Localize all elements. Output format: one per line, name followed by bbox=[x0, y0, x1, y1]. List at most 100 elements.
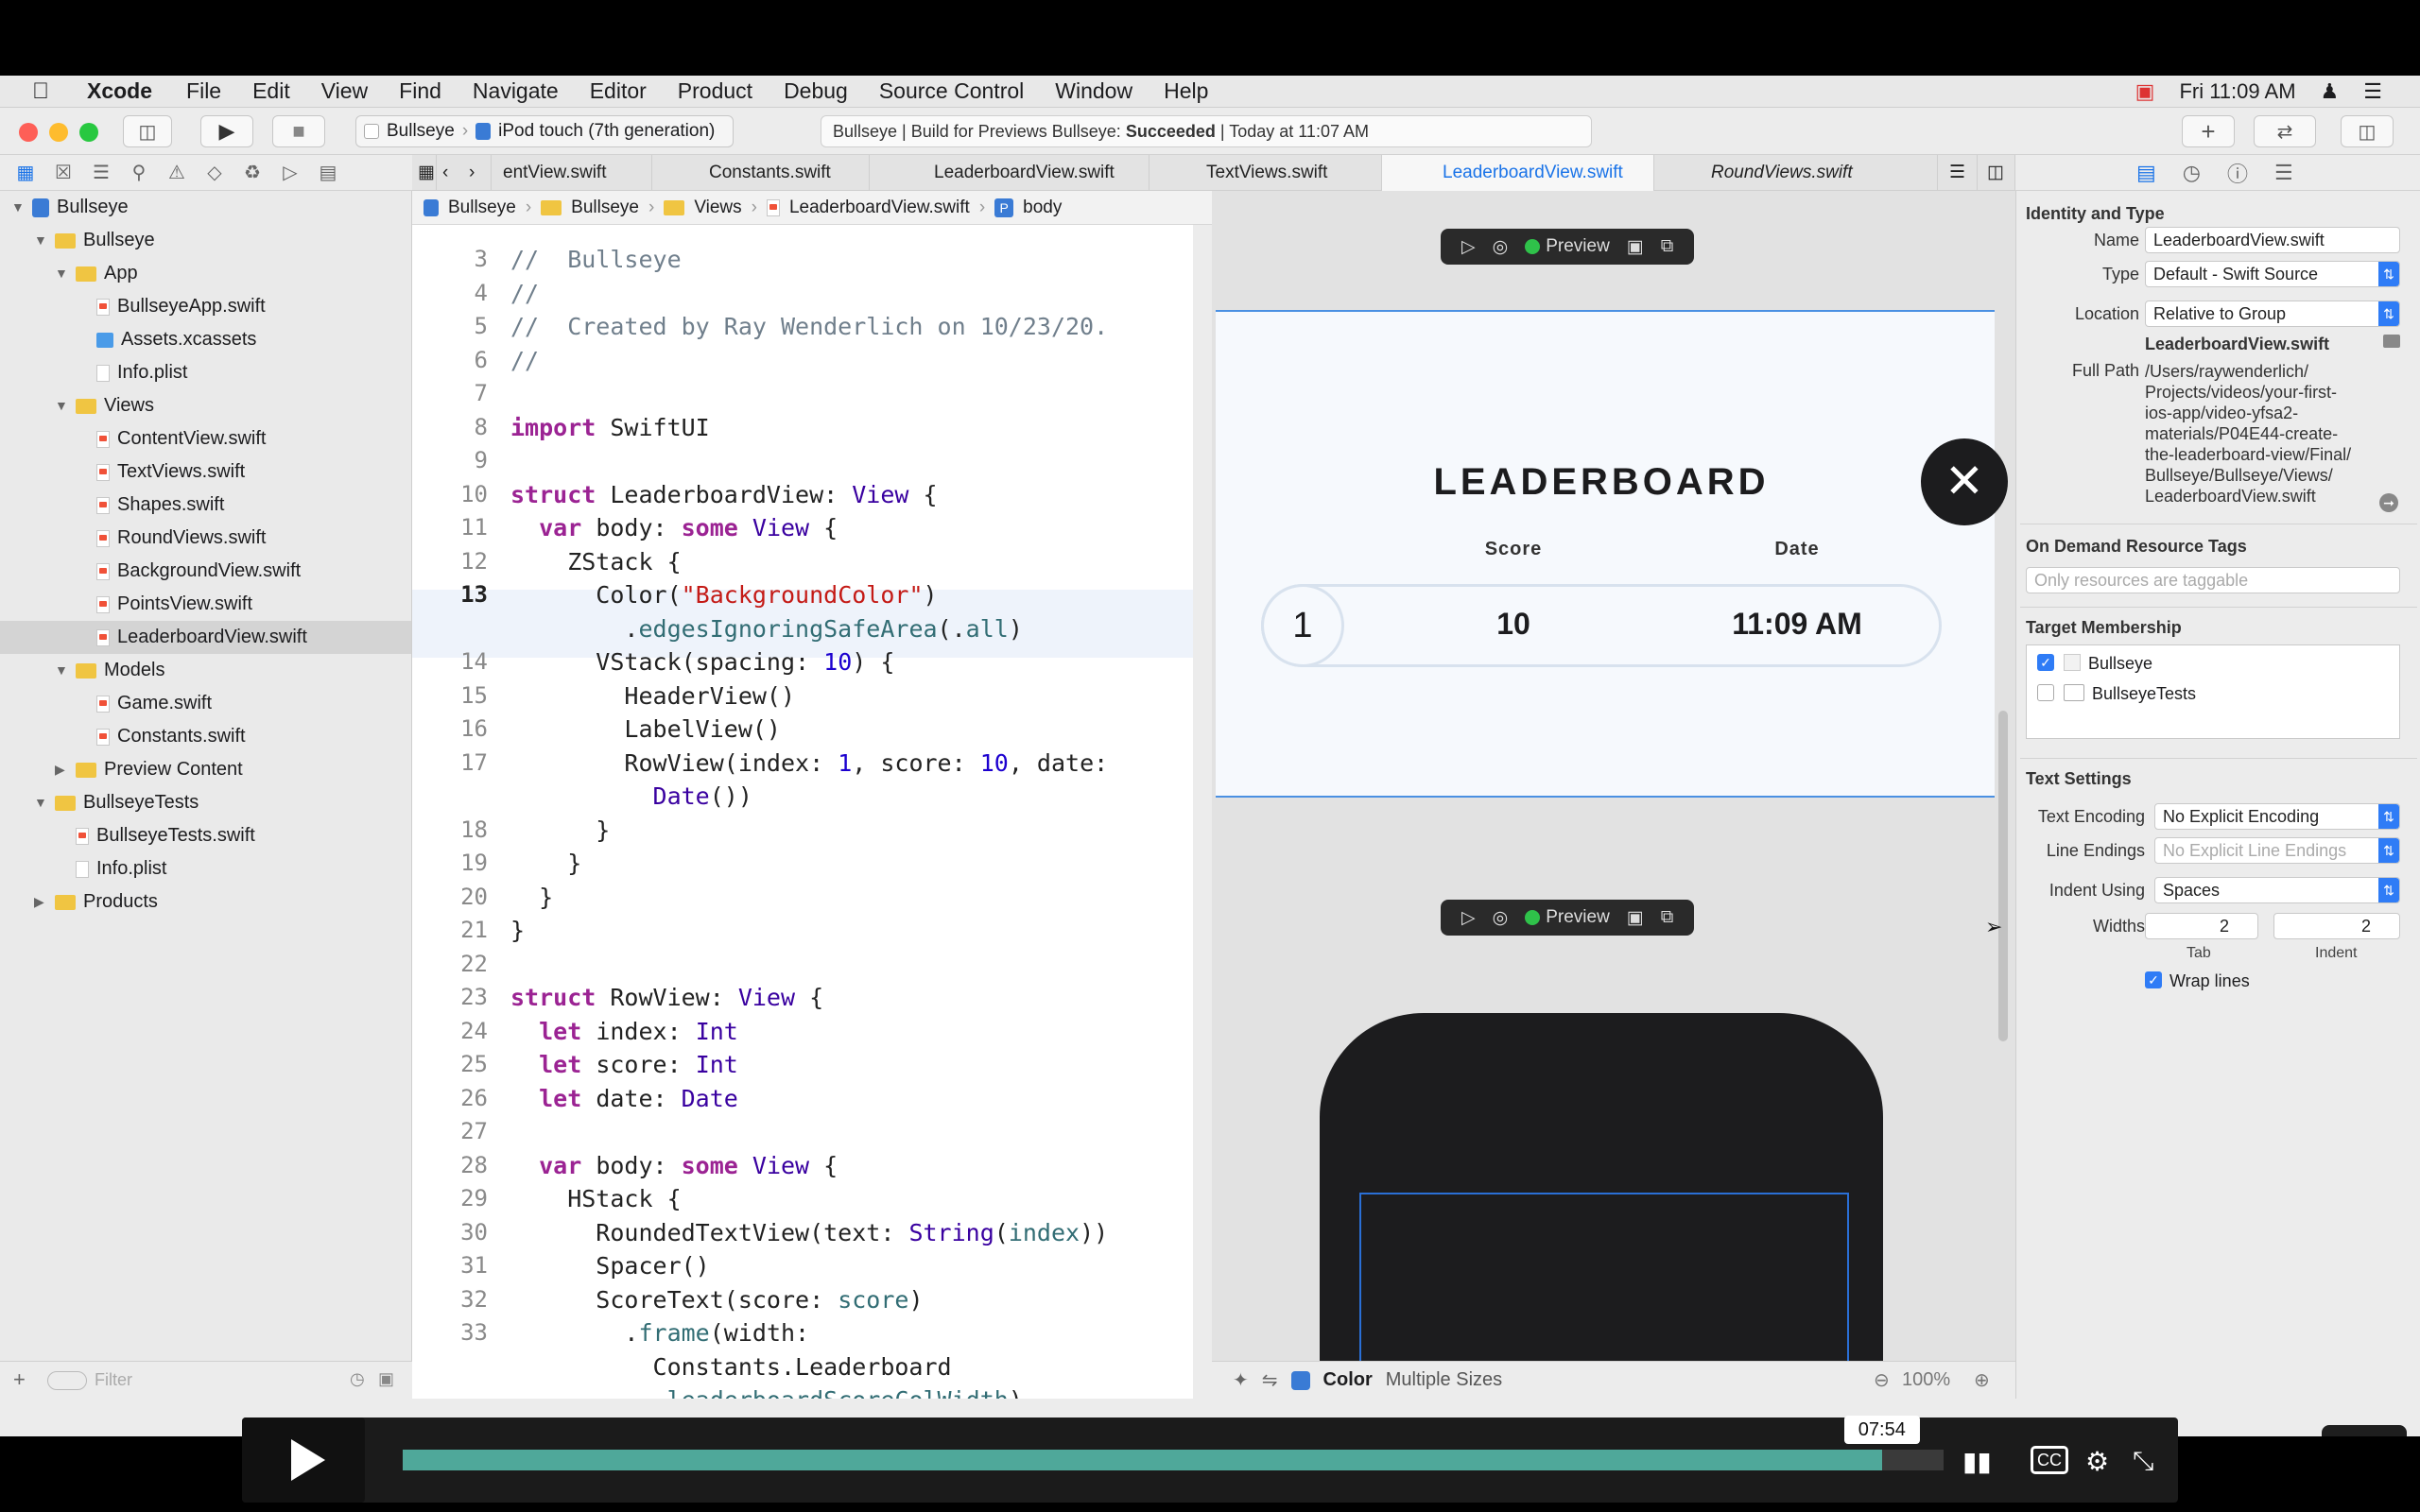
target-bullseye-checkbox[interactable]: ✓ bbox=[2037, 654, 2054, 671]
debug-navigator-icon[interactable]: ♻ bbox=[242, 161, 263, 184]
filter-input[interactable]: Filter bbox=[95, 1370, 132, 1390]
zoom-in-icon[interactable]: ⊕ bbox=[1974, 1368, 1990, 1392]
tab-constants[interactable]: Constants.swift bbox=[652, 155, 870, 191]
tab-width-stepper[interactable]: 2 bbox=[2145, 913, 2258, 939]
duplicate-preview-icon[interactable]: ⧉ bbox=[1661, 236, 1674, 257]
video-progress-track[interactable]: 07:54 bbox=[403, 1416, 1944, 1470]
odr-tags-field[interactable]: Only resources are taggable bbox=[2026, 567, 2400, 593]
nav-item-file[interactable]: RoundViews.swift bbox=[96, 522, 266, 555]
editor-options-icon[interactable]: ▦ bbox=[412, 155, 437, 191]
location-select[interactable]: Relative to Group bbox=[2145, 301, 2400, 327]
disclosure-open-icon[interactable]: ▼ bbox=[55, 257, 68, 290]
nav-item-group[interactable]: ▶ Preview Content bbox=[55, 753, 243, 786]
menu-help[interactable]: Help bbox=[1164, 78, 1208, 104]
canvas-scrollbar[interactable] bbox=[1998, 711, 2008, 1041]
help-inspector-icon[interactable]: ⓘ bbox=[2227, 158, 2248, 188]
nav-item-file[interactable]: Game.swift bbox=[96, 687, 212, 720]
live-preview-icon[interactable]: ▷ bbox=[1461, 907, 1476, 929]
menu-source-control[interactable]: Source Control bbox=[879, 78, 1024, 104]
disclosure-open-icon[interactable]: ▼ bbox=[11, 191, 25, 224]
menu-navigate[interactable]: Navigate bbox=[473, 78, 559, 104]
code-review-button[interactable]: ⇄ bbox=[2254, 115, 2316, 147]
attributes-inspector-icon[interactable]: ☰ bbox=[2274, 161, 2293, 185]
adjust-icon[interactable]: ⇋ bbox=[1262, 1368, 1278, 1392]
play-button[interactable] bbox=[242, 1418, 365, 1503]
nav-item-file[interactable]: Assets.xcassets bbox=[96, 323, 256, 356]
nav-item-file[interactable]: BullseyeTests.swift bbox=[76, 819, 255, 852]
disclosure-open-icon[interactable]: ▼ bbox=[34, 224, 47, 257]
jump-bar-file[interactable]: LeaderboardView.swift bbox=[789, 198, 970, 218]
source-control-filter-icon[interactable]: ▣ bbox=[378, 1369, 394, 1389]
nav-item-project[interactable]: ▼ Bullseye bbox=[11, 191, 129, 224]
symbol-navigator-icon[interactable]: ☰ bbox=[91, 161, 112, 184]
app-menu[interactable]: Xcode bbox=[87, 78, 152, 104]
user-icon[interactable]: ♟ bbox=[2321, 79, 2340, 104]
inspector-toggle-button[interactable]: ◫ bbox=[2341, 115, 2394, 147]
jump-bar-symbol[interactable]: body bbox=[1023, 198, 1062, 218]
jump-bar-group[interactable]: Bullseye bbox=[571, 198, 639, 218]
notification-center-icon[interactable]: ☰ bbox=[2363, 79, 2382, 104]
close-window-button[interactable] bbox=[19, 123, 38, 142]
jump-bar-folder[interactable]: Views bbox=[694, 198, 741, 218]
run-button[interactable]: ▶ bbox=[200, 115, 253, 147]
nav-item-file[interactable]: TextViews.swift bbox=[96, 455, 245, 489]
menu-file[interactable]: File bbox=[186, 78, 221, 104]
menu-debug[interactable]: Debug bbox=[784, 78, 848, 104]
line-endings-select[interactable]: No Explicit Line Endings bbox=[2154, 837, 2400, 864]
menu-find[interactable]: Find bbox=[399, 78, 441, 104]
back-arrow-icon[interactable]: ‹ bbox=[437, 155, 463, 191]
closed-captions-icon[interactable]: CC bbox=[2031, 1446, 2068, 1474]
report-navigator-icon[interactable]: ▤ bbox=[318, 161, 338, 184]
disclosure-open-icon[interactable]: ▼ bbox=[55, 389, 68, 422]
reveal-arrow-icon[interactable]: ➞ bbox=[2379, 493, 2398, 512]
add-file-icon[interactable]: + bbox=[13, 1367, 26, 1392]
disclosure-closed-icon[interactable]: ▶ bbox=[34, 885, 47, 919]
nav-item-file[interactable]: Info.plist bbox=[76, 852, 166, 885]
settings-gear-icon[interactable]: ⚙ bbox=[2085, 1446, 2109, 1477]
menu-window[interactable]: Window bbox=[1055, 78, 1132, 104]
nav-item-group[interactable]: ▼ App bbox=[55, 257, 138, 290]
volume-icon[interactable]: ▮▮ bbox=[1962, 1446, 1992, 1477]
fullscreen-icon[interactable]: ⤡ bbox=[2133, 1446, 2153, 1477]
disclosure-open-icon[interactable]: ▼ bbox=[55, 654, 68, 687]
find-navigator-icon[interactable]: ⚲ bbox=[129, 161, 149, 184]
folder-reveal-icon[interactable] bbox=[2383, 335, 2400, 348]
disclosure-closed-icon[interactable]: ▶ bbox=[55, 753, 68, 786]
pin-icon[interactable]: ✦ bbox=[1233, 1368, 1249, 1392]
nav-item-file[interactable]: PointsView.swift bbox=[96, 588, 252, 621]
device-preview-icon[interactable]: ▣ bbox=[1627, 907, 1644, 929]
duplicate-preview-icon[interactable]: ⧉ bbox=[1661, 907, 1674, 928]
inspect-preview-icon[interactable]: ◎ bbox=[1493, 236, 1509, 258]
editor-layout-icon[interactable]: ☰ bbox=[1938, 155, 1978, 191]
tab-leaderboard-view[interactable]: LeaderboardView.swift bbox=[870, 155, 1150, 191]
issue-navigator-icon[interactable]: ⚠ bbox=[166, 161, 187, 184]
nav-item-file[interactable]: Constants.swift bbox=[96, 720, 246, 753]
scheme-selector[interactable]: Bullseye › iPod touch (7th generation) bbox=[355, 115, 734, 147]
text-encoding-select[interactable]: No Explicit Encoding bbox=[2154, 803, 2400, 830]
calendar-icon[interactable]: ▣ bbox=[2135, 79, 2155, 104]
disclosure-open-icon[interactable]: ▼ bbox=[34, 786, 47, 819]
forward-arrow-icon[interactable]: › bbox=[463, 155, 492, 191]
nav-item-file[interactable]: BackgroundView.swift bbox=[96, 555, 301, 588]
recent-files-icon[interactable]: ◷ bbox=[350, 1369, 365, 1389]
nav-item-file[interactable]: Info.plist bbox=[96, 356, 187, 389]
filter-options-icon[interactable] bbox=[47, 1371, 87, 1390]
nav-item-file[interactable]: BullseyeApp.swift bbox=[96, 290, 266, 323]
nav-item-file[interactable]: ContentView.swift bbox=[96, 422, 267, 455]
tab-content-view[interactable]: entView.swift bbox=[492, 155, 652, 191]
menu-view[interactable]: View bbox=[321, 78, 368, 104]
tab-round-views[interactable]: RoundViews.swift bbox=[1654, 155, 1938, 191]
nav-item-group[interactable]: ▼ Bullseye bbox=[34, 224, 155, 257]
source-editor[interactable]: 3 4 5 6 7 8 9 10 11 12 13 14 15 16 17 18 19 20 21 22 23 24 25 2… bbox=[412, 225, 1193, 1399]
nav-item-group[interactable]: ▼ BullseyeTests bbox=[34, 786, 199, 819]
jump-bar-project[interactable]: Bullseye bbox=[448, 198, 516, 218]
file-inspector-icon[interactable]: ▤ bbox=[2136, 161, 2156, 185]
breakpoint-navigator-icon[interactable]: ▷ bbox=[280, 161, 301, 184]
tab-leaderboard-view-active[interactable]: LeaderboardView.swift bbox=[1382, 155, 1654, 191]
library-button[interactable]: + bbox=[2182, 115, 2235, 147]
stop-button[interactable]: ■ bbox=[272, 115, 325, 147]
name-field[interactable]: LeaderboardView.swift bbox=[2145, 227, 2400, 253]
nav-item-group[interactable]: ▼ Views bbox=[55, 389, 154, 422]
nav-item-file-selected[interactable]: LeaderboardView.swift bbox=[0, 621, 411, 654]
menu-product[interactable]: Product bbox=[678, 78, 752, 104]
